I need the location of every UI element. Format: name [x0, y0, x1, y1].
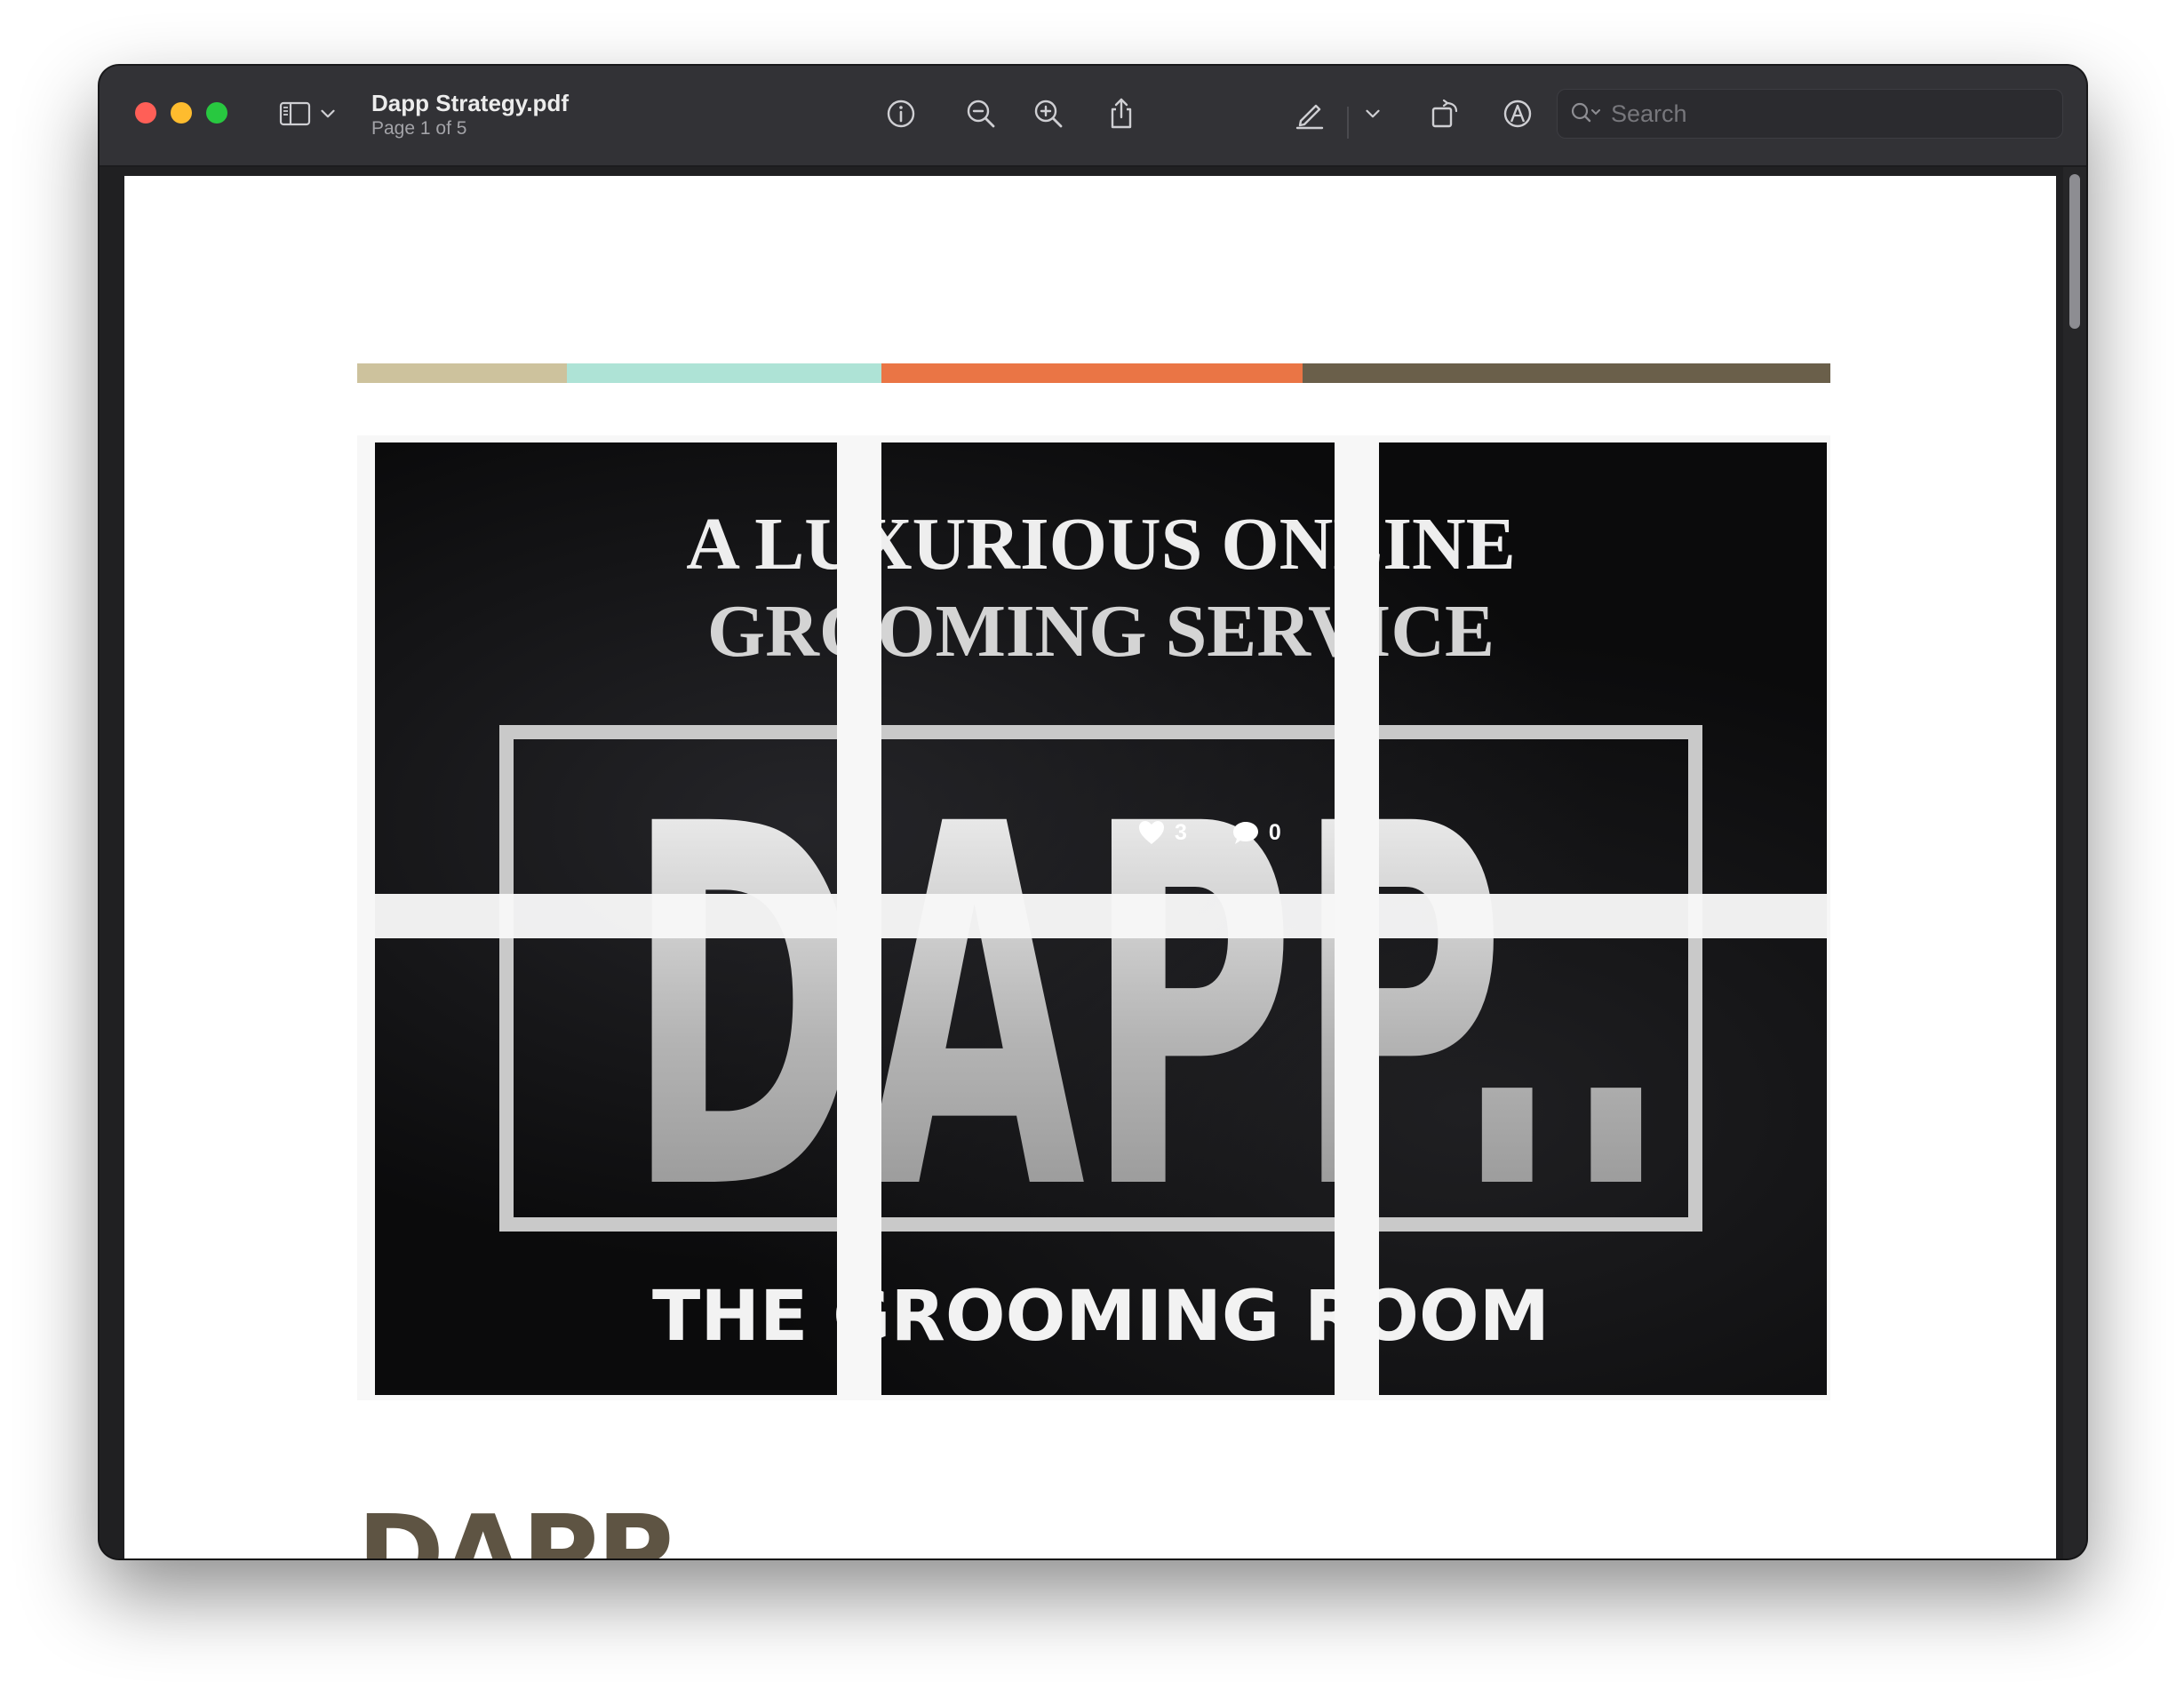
- comments-stat: 0: [1231, 819, 1281, 846]
- document-canvas[interactable]: A LUXURIOUS ONLINE GROOMING SERVICE DAPP…: [100, 167, 2086, 1558]
- rotate-icon: [1431, 99, 1458, 128]
- color-stripe-segment: [567, 363, 881, 383]
- info-button[interactable]: [880, 92, 922, 135]
- post-stats-overlay: 3 0: [1137, 819, 1281, 846]
- likes-count: 3: [1175, 819, 1187, 845]
- pdf-page: A LUXURIOUS ONLINE GROOMING SERVICE DAPP…: [124, 176, 2056, 1558]
- markup-icon: [1503, 100, 1532, 128]
- highlight-pen-icon: [1295, 104, 1324, 130]
- scrollbar-thumb[interactable]: [2069, 174, 2080, 329]
- highlight-button[interactable]: [1288, 92, 1331, 135]
- poster-brand: DAPP..: [626, 721, 1670, 1300]
- poster-tagline-line1: A LUXURIOUS ONLINE: [686, 503, 1516, 586]
- highlight-options-chevron[interactable]: [1359, 92, 1386, 135]
- zoom-in-button[interactable]: [1027, 92, 1070, 135]
- color-stripe-segment: [881, 363, 1303, 383]
- markup-button[interactable]: [1496, 92, 1539, 135]
- search-field[interactable]: [1557, 89, 2063, 139]
- zoom-out-button[interactable]: [960, 92, 1002, 135]
- chevron-down-icon: [1366, 109, 1380, 118]
- toolbar-divider: [1347, 107, 1349, 139]
- color-stripe-segment: [357, 363, 567, 383]
- color-stripe-segment: [1303, 363, 1830, 383]
- collage-gutter: [357, 894, 1830, 938]
- search-icon: [1571, 102, 1600, 123]
- color-stripe: [357, 363, 1830, 383]
- poster-footer: THE GROOMING ROOM: [652, 1277, 1550, 1357]
- close-window-button[interactable]: [135, 102, 156, 124]
- rotate-button[interactable]: [1423, 92, 1466, 135]
- sidebar-menu-chevron[interactable]: [315, 92, 341, 135]
- share-button[interactable]: [1100, 92, 1143, 135]
- sidebar-toggle-button[interactable]: [274, 92, 316, 135]
- zoom-in-icon: [1034, 100, 1063, 128]
- minimize-window-button[interactable]: [171, 102, 192, 124]
- comments-count: 0: [1268, 819, 1281, 845]
- vertical-scrollbar[interactable]: [2063, 167, 2086, 1558]
- poster-collage: A LUXURIOUS ONLINE GROOMING SERVICE DAPP…: [357, 435, 1830, 1400]
- sidebar-toggle-icon: [279, 101, 311, 126]
- comment-bubble-icon: [1232, 822, 1258, 844]
- document-title: Dapp Strategy.pdf: [371, 90, 569, 116]
- info-icon: [887, 100, 915, 128]
- page-indicator: Page 1 of 5: [371, 118, 467, 139]
- section-heading: DAPP: [357, 1492, 674, 1558]
- document-title-block: Dapp Strategy.pdf Page 1 of 5: [371, 89, 569, 140]
- maximize-window-button[interactable]: [206, 102, 227, 124]
- search-input[interactable]: [1609, 99, 2062, 129]
- chevron-down-icon: [321, 109, 335, 118]
- pdf-viewer-window: Dapp Strategy.pdf Page 1 of 5 Search A L…: [100, 66, 2086, 1558]
- heart-icon: [1139, 821, 1164, 844]
- likes-stat: 3: [1137, 819, 1187, 846]
- title-bar: Dapp Strategy.pdf Page 1 of 5: [100, 66, 2086, 167]
- share-icon: [1111, 98, 1132, 129]
- zoom-out-icon: [967, 100, 995, 128]
